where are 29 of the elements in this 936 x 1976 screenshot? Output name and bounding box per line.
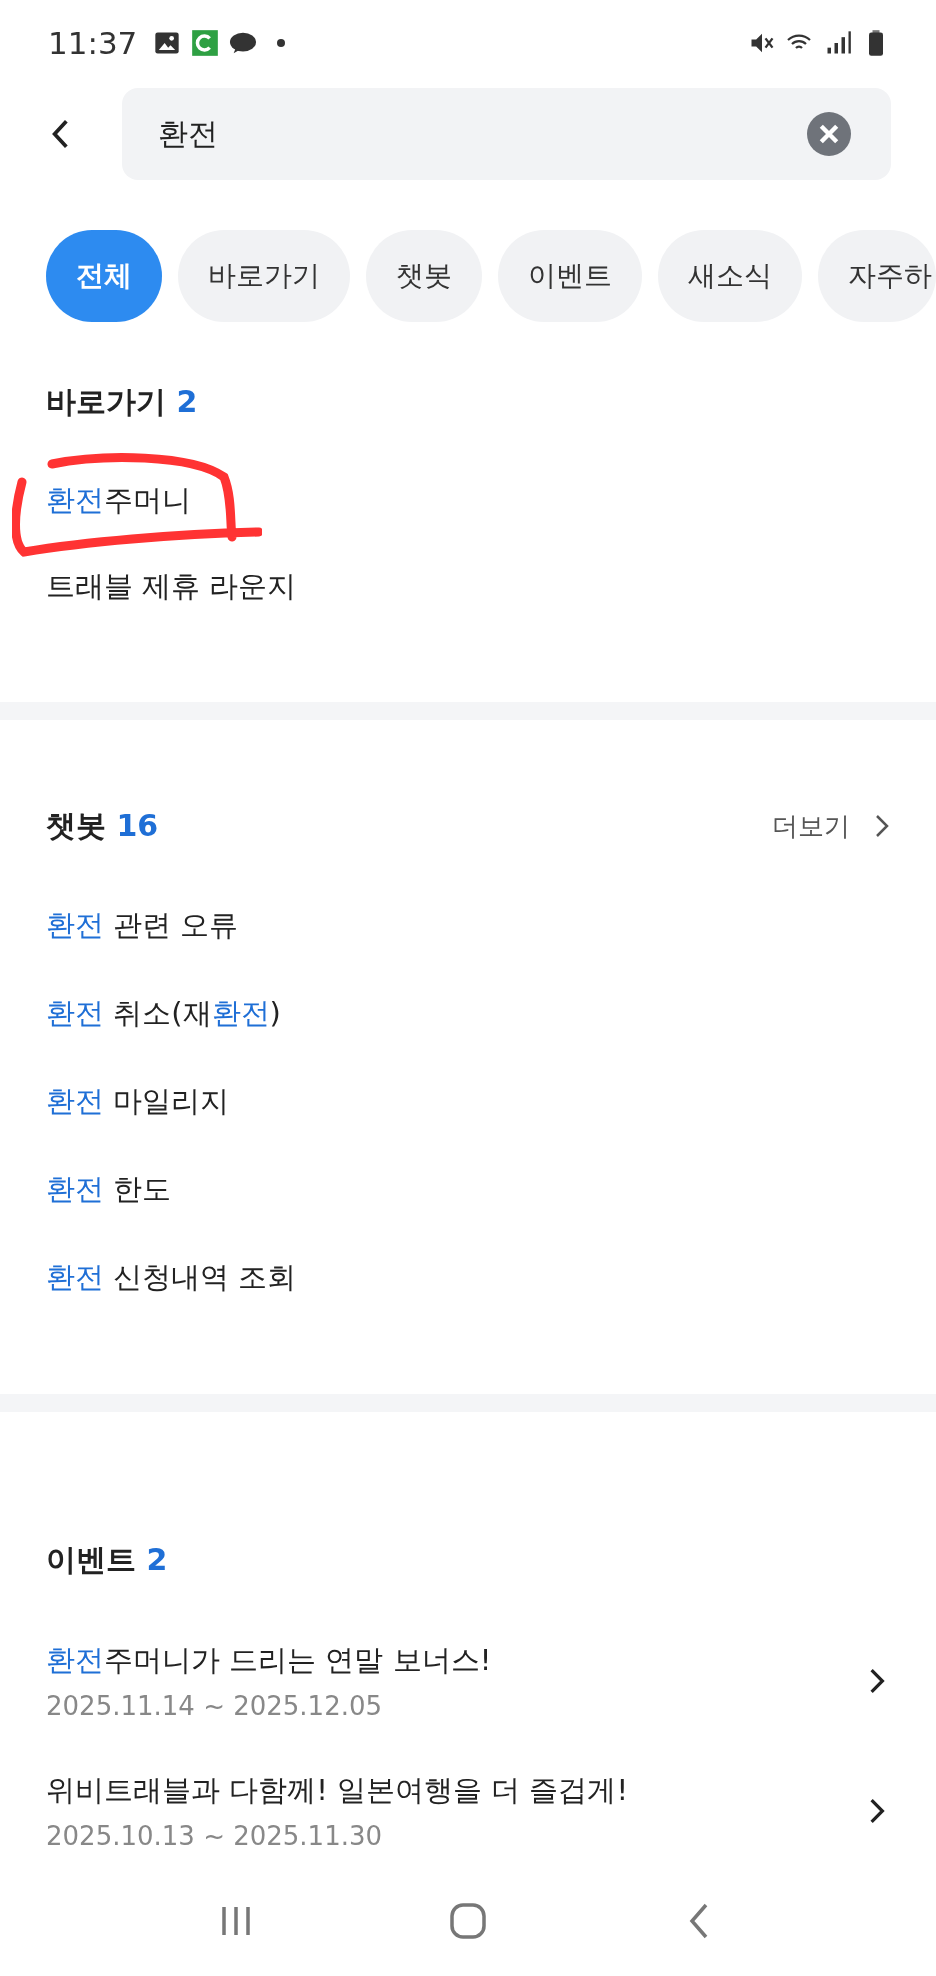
app-icon [191,29,220,57]
chatbot-item[interactable]: 환전 관련 오류 [46,906,239,946]
section-title: 이벤트 2 [46,1540,168,1579]
chatbot-item[interactable]: 환전 한도 [46,1170,172,1210]
chatbot-item[interactable]: 환전 마일리지 [46,1082,230,1122]
more-link[interactable]: 더보기 [772,808,850,844]
shortcut-link[interactable]: 환전주머니 [46,481,191,521]
chevron-right-icon[interactable] [868,1797,886,1825]
section-title: 바로가기 2 [46,382,198,421]
clear-icon[interactable] [807,112,851,156]
filter-chip[interactable]: 이벤트 [498,230,642,322]
chatbot-item[interactable]: 환전 신청내역 조회 [46,1258,297,1298]
chevron-right-icon[interactable] [874,813,890,839]
section-title: 챗봇 16 [46,806,159,845]
search-field[interactable]: 환전 [122,88,891,180]
filter-chip[interactable]: 챗봇 [366,230,482,322]
chevron-right-icon[interactable] [868,1667,886,1695]
filter-chip[interactable]: 새소식 [658,230,802,322]
filter-chip[interactable]: 바로가기 [178,230,350,322]
event-period: 2025.11.14 ~ 2025.12.05 [46,1691,384,1721]
notification-dot-icon [277,39,286,47]
filter-chip[interactable]: 자주하 [818,230,936,322]
home-icon[interactable] [448,1901,488,1941]
chatbot-item[interactable]: 환전 취소(재 환전) [46,994,281,1034]
shortcut-link[interactable]: 트래블 제휴 라운지 [46,567,297,607]
event-period: 2025.10.13 ~ 2025.11.30 [46,1821,384,1851]
event-title[interactable]: 위비트래블과 다함께! 일본여행을 더 즐겁게! [46,1771,868,1811]
status-time: 11:37 [48,25,138,61]
event-title[interactable]: 환전주머니가 드리는 연말 보너스! [46,1641,868,1681]
